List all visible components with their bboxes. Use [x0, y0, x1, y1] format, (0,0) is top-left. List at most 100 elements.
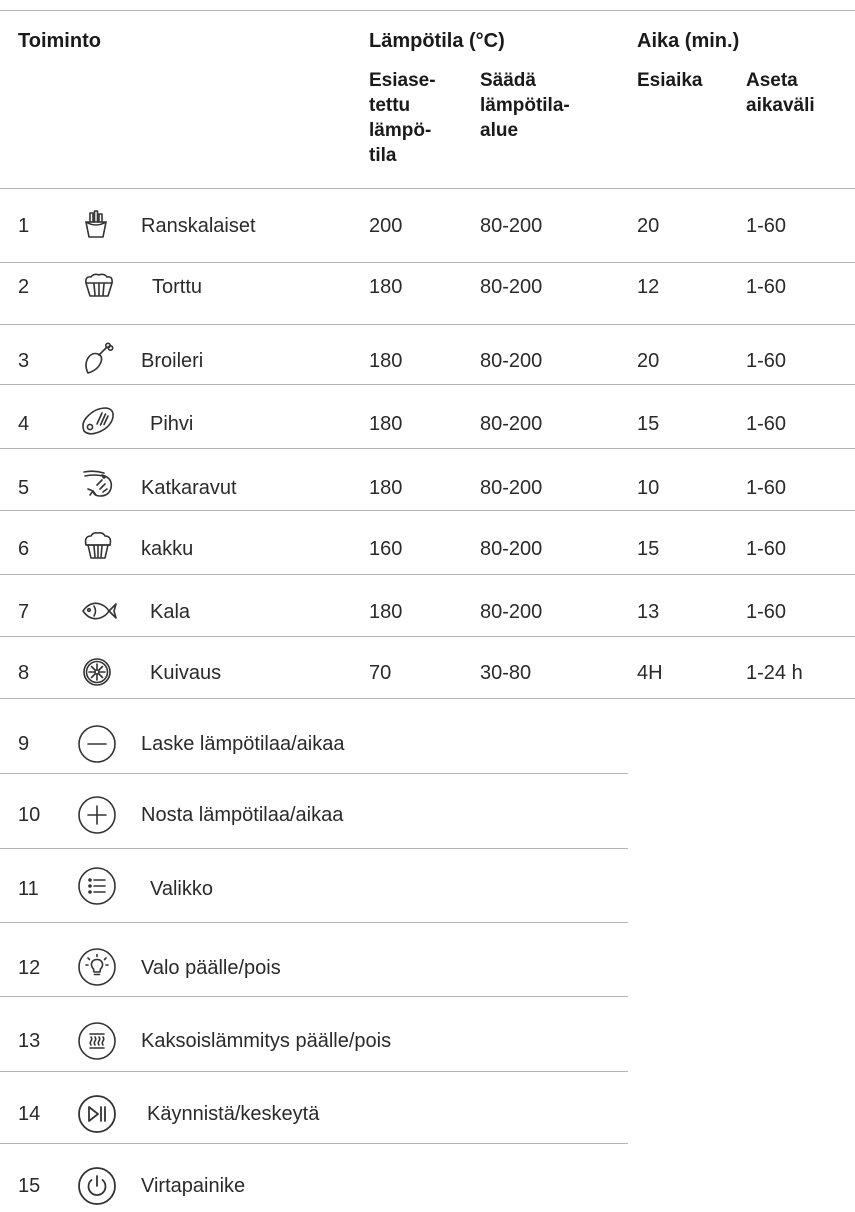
function-name: Pihvi — [150, 413, 194, 435]
light-bulb-icon — [77, 947, 117, 987]
function-name: Torttu — [152, 276, 203, 298]
preset-temp: 180 — [369, 601, 403, 623]
header-rule — [0, 188, 855, 189]
button-label: Valikko — [150, 878, 213, 900]
list-divider — [0, 848, 628, 849]
menu-circle-icon — [77, 866, 117, 906]
function-name: Kala — [150, 601, 191, 623]
list-divider — [0, 1071, 628, 1072]
time-range: 1-60 — [746, 477, 787, 499]
row-divider — [0, 262, 855, 263]
time-range: 1-60 — [746, 215, 787, 237]
row-number: 10 — [18, 804, 41, 826]
subheader-esiasetettu: Esiase- tettu lämpö- tila — [369, 68, 436, 168]
row-divider — [0, 636, 855, 637]
time-range: 1-60 — [746, 601, 787, 623]
function-name: Kuivaus — [150, 662, 222, 684]
temp-range: 80-200 — [480, 350, 543, 372]
fish-icon — [80, 598, 118, 624]
button-label: Valo päälle/pois — [141, 957, 281, 979]
row-number: 2 — [18, 276, 30, 298]
shrimp-icon — [80, 468, 116, 500]
preset-time: 15 — [637, 538, 660, 560]
row-number: 12 — [18, 957, 41, 979]
table-top-rule — [0, 10, 855, 11]
row-number: 1 — [18, 215, 30, 237]
preset-time: 4H — [637, 662, 663, 684]
subheader-line: Esiase- — [369, 70, 436, 91]
preset-time: 20 — [637, 350, 660, 372]
row-number: 14 — [18, 1103, 41, 1125]
preset-temp: 180 — [369, 350, 403, 372]
steak-icon — [80, 405, 116, 437]
cake-icon — [82, 531, 114, 561]
row-number: 13 — [18, 1030, 41, 1052]
button-label: Nosta lämpötilaa/aikaa — [141, 804, 344, 826]
minus-circle-icon — [77, 724, 117, 764]
subheader-line: alue — [480, 120, 519, 141]
subheader-line: Esiaika — [637, 70, 703, 91]
temp-range: 80-200 — [480, 601, 543, 623]
header-lampotila: Lämpötila (°C) — [369, 30, 505, 52]
drumstick-icon — [82, 341, 114, 377]
row-number: 6 — [18, 538, 30, 560]
subheader-saada: Säädä lämpötila- alue — [480, 68, 570, 143]
power-icon — [77, 1166, 117, 1206]
row-number: 9 — [18, 733, 30, 755]
header-toiminto: Toiminto — [18, 30, 101, 52]
row-divider — [0, 384, 855, 385]
preset-temp: 180 — [369, 413, 403, 435]
button-label: Virtapainike — [141, 1175, 246, 1197]
button-label: Kaksoislämmitys päälle/pois — [141, 1030, 392, 1052]
row-divider — [0, 324, 855, 325]
preset-temp: 70 — [369, 662, 392, 684]
button-label: Laske lämpötilaa/aikaa — [141, 733, 345, 755]
row-number: 7 — [18, 601, 30, 623]
list-divider — [0, 1143, 628, 1144]
subheader-line: aikaväli — [746, 95, 815, 116]
play-pause-icon — [77, 1094, 117, 1134]
dual-heat-icon — [77, 1021, 117, 1061]
button-label: Käynnistä/keskeytä — [147, 1103, 320, 1125]
subheader-line: lämpötila- — [480, 95, 570, 116]
subheader-line: tettu — [369, 95, 411, 116]
subheader-line: Säädä — [480, 70, 536, 91]
temp-range: 30-80 — [480, 662, 532, 684]
temp-range: 80-200 — [480, 413, 543, 435]
subheader-line: tila — [369, 145, 397, 166]
row-divider — [0, 574, 855, 575]
subheader-aseta: Aseta aikaväli — [746, 68, 815, 118]
preset-temp: 200 — [369, 215, 403, 237]
function-name: Katkaravut — [141, 477, 237, 499]
list-divider — [0, 922, 628, 923]
row-number: 8 — [18, 662, 30, 684]
function-name: Ranskalaiset — [141, 215, 256, 237]
preset-temp: 160 — [369, 538, 403, 560]
temp-range: 80-200 — [480, 477, 543, 499]
function-name: kakku — [141, 538, 194, 560]
list-divider — [0, 773, 628, 774]
time-range: 1-60 — [746, 413, 787, 435]
row-number: 11 — [18, 878, 39, 900]
preset-temp: 180 — [369, 276, 403, 298]
fries-icon — [82, 209, 110, 239]
time-range: 1-60 — [746, 350, 787, 372]
subheader-line: lämpö- — [369, 120, 432, 141]
plus-circle-icon — [77, 795, 117, 835]
time-range: 1-60 — [746, 538, 787, 560]
preset-time: 20 — [637, 215, 660, 237]
row-divider — [0, 698, 855, 699]
preset-temp: 180 — [369, 477, 403, 499]
time-range: 1-24 h — [746, 662, 803, 684]
preset-time: 15 — [637, 413, 660, 435]
row-divider — [0, 510, 855, 511]
time-range: 1-60 — [746, 276, 787, 298]
tart-icon — [82, 273, 116, 299]
subheader-esiaika: Esiaika — [637, 68, 703, 93]
subheader-line: Aseta — [746, 70, 798, 91]
dehydrate-icon — [82, 657, 112, 687]
header-aika: Aika (min.) — [637, 30, 740, 52]
temp-range: 80-200 — [480, 215, 543, 237]
row-number: 4 — [18, 413, 30, 435]
preset-time: 13 — [637, 601, 660, 623]
